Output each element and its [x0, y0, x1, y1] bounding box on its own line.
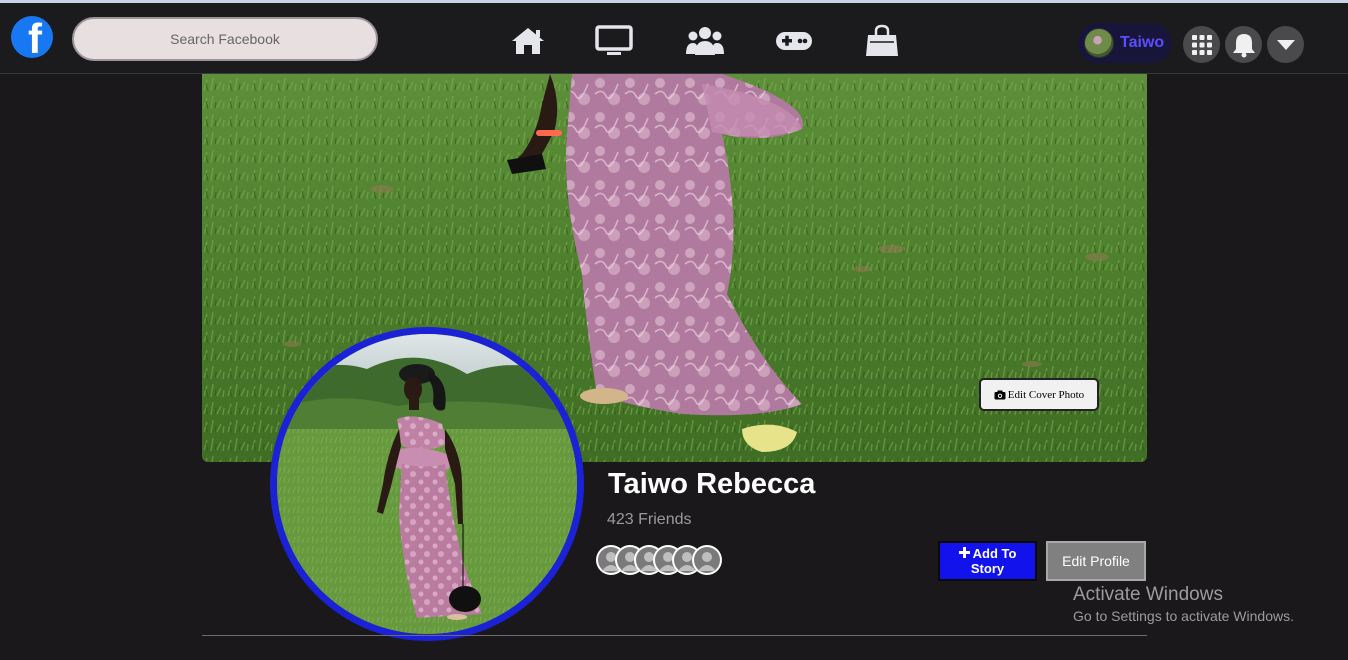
marketplace-icon[interactable]: [862, 23, 902, 59]
profile-picture[interactable]: [270, 327, 584, 641]
search-box[interactable]: [72, 17, 378, 61]
account-dropdown-icon[interactable]: [1267, 26, 1304, 63]
profile-shortcut[interactable]: Taiwo: [1078, 23, 1172, 63]
friend-avatar-icon[interactable]: [692, 545, 722, 575]
top-navbar: f Search Facebook Taiwo: [0, 3, 1348, 74]
facebook-logo[interactable]: f: [11, 16, 53, 58]
gaming-icon[interactable]: [774, 23, 814, 59]
camera-icon: [994, 390, 1006, 399]
profile-divider: [202, 635, 1147, 636]
profile-name: Taiwo Rebecca: [608, 468, 816, 500]
home-icon[interactable]: [508, 23, 548, 59]
friend-avatars[interactable]: [596, 545, 736, 575]
add-to-story-label: Add To Story: [970, 546, 1017, 576]
account-name: Taiwo: [1120, 34, 1165, 51]
facebook-logo-letter: f: [28, 16, 42, 59]
notifications-bell-icon[interactable]: [1225, 26, 1262, 63]
search-input[interactable]: [74, 19, 376, 59]
tv-icon[interactable]: [594, 23, 634, 59]
plus-icon: [958, 547, 970, 558]
edit-cover-photo-label: Edit Cover Photo: [1007, 388, 1085, 401]
add-to-story-button[interactable]: Add To Story: [938, 541, 1037, 581]
account-avatar: [1084, 28, 1114, 58]
edit-profile-button[interactable]: Edit Profile: [1046, 541, 1146, 581]
groups-icon[interactable]: [685, 23, 725, 59]
activate-windows-subtitle: Go to Settings to activate Windows.: [1073, 608, 1294, 624]
edit-cover-photo-button[interactable]: Edit Cover Photo: [979, 378, 1099, 411]
friends-count[interactable]: 423 Friends: [607, 511, 692, 529]
menu-grid-icon[interactable]: [1183, 26, 1220, 63]
edit-profile-label: Edit Profile: [1062, 553, 1130, 569]
activate-windows-title: Activate Windows: [1073, 584, 1223, 605]
